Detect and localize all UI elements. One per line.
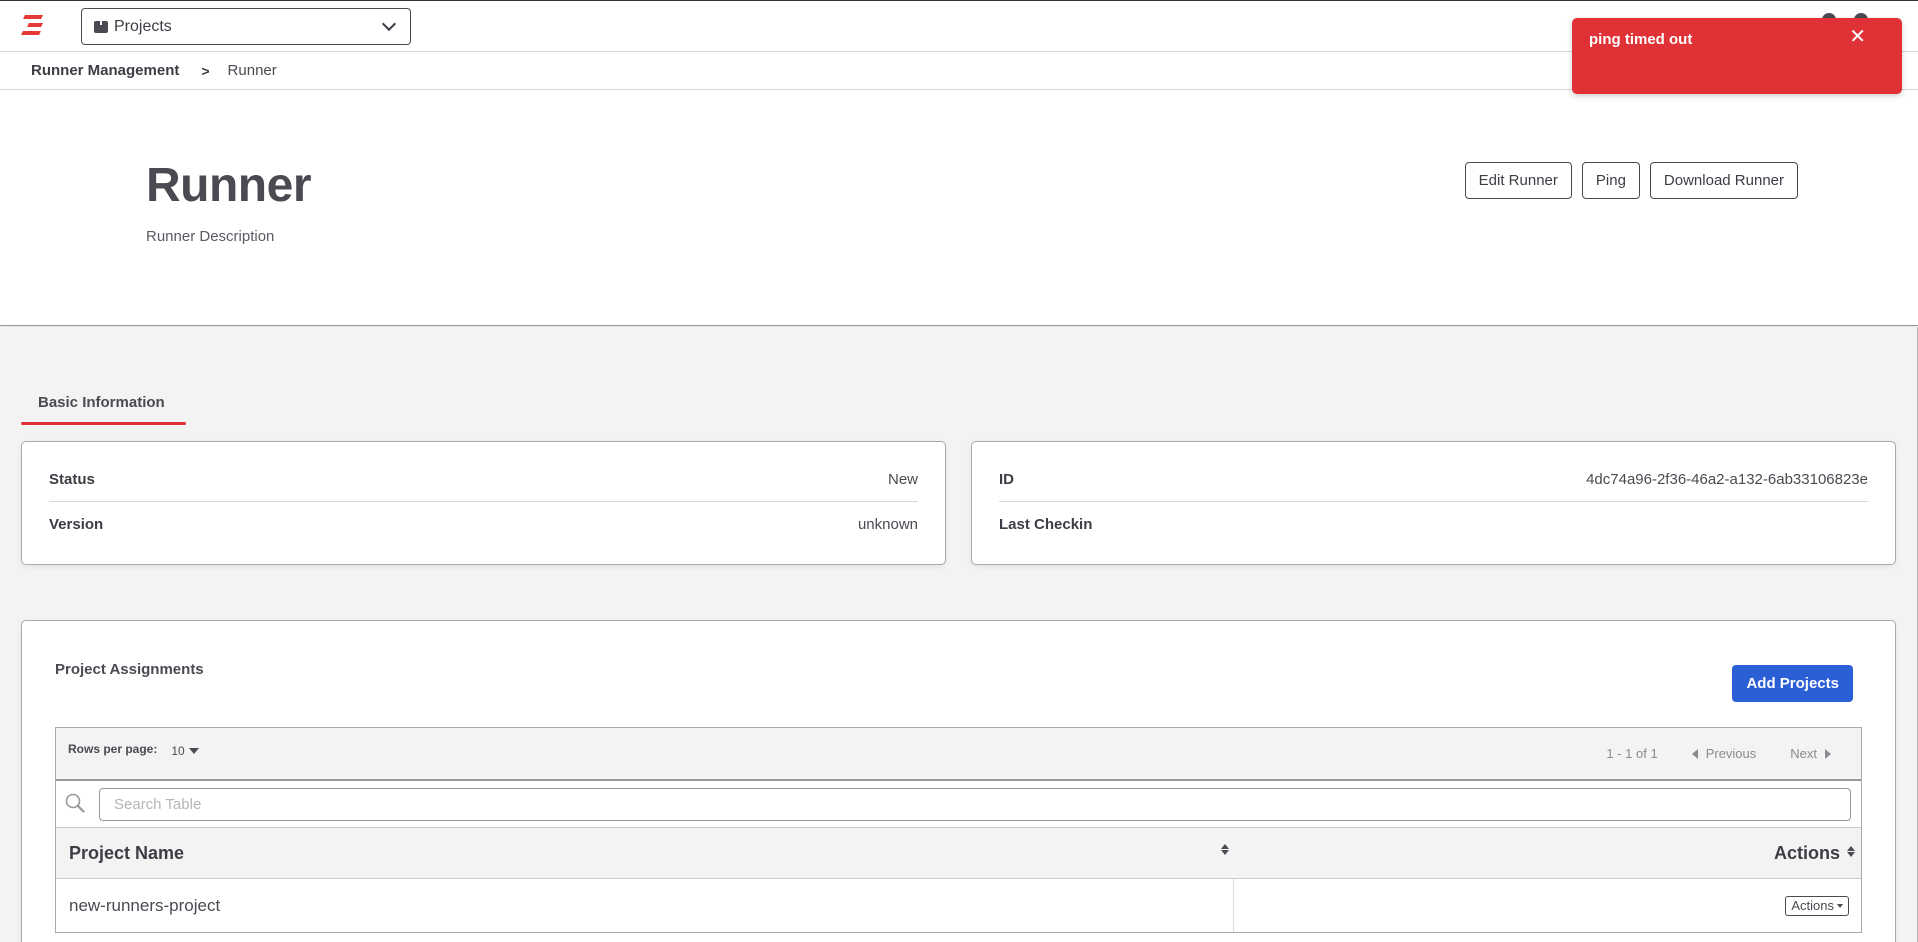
table-search-row	[56, 781, 1861, 828]
caret-right-icon	[1825, 748, 1831, 759]
status-label: Status	[49, 470, 95, 488]
caret-down-icon	[1837, 903, 1843, 908]
header-actions: Edit Runner Ping Download Runner	[1464, 162, 1798, 199]
version-value: unknown	[857, 516, 918, 533]
column-header-project-name[interactable]: Project Name	[56, 828, 1234, 878]
rows-per-page-value: 10	[171, 744, 185, 758]
info-row-last-checkin: Last Checkin	[999, 502, 1868, 547]
last-checkin-label: Last Checkin	[999, 516, 1093, 533]
basic-info-card-left: Status New Version unknown	[21, 441, 946, 565]
search-icon	[65, 793, 85, 813]
pagination-range: 1 - 1 of 1	[1606, 746, 1658, 761]
info-row-version: Version unknown	[49, 502, 918, 547]
brand-logo[interactable]	[21, 15, 46, 37]
project-selector-value: Projects	[114, 17, 172, 35]
main-content: Basic Information Status New Version unk…	[0, 327, 1918, 942]
box-icon	[94, 20, 108, 33]
chevron-right-icon: >	[201, 62, 210, 79]
search-table-input[interactable]	[99, 788, 1851, 821]
table-row: new-runners-project Actions	[56, 879, 1861, 932]
table-toolbar: Rows per page: 10 1 - 1 of 1 Previous Ne…	[56, 728, 1861, 781]
tab-basic-information[interactable]: Basic Information	[21, 392, 186, 425]
next-page-button[interactable]: Next	[1790, 746, 1831, 761]
rows-per-page: Rows per page: 10	[68, 740, 199, 758]
edit-runner-button[interactable]: Edit Runner	[1464, 162, 1572, 199]
page-header: Runner Runner Description Edit Runner Pi…	[0, 90, 1918, 326]
page-title: Runner	[146, 159, 312, 212]
project-assignments-title: Project Assignments	[55, 661, 204, 678]
caret-left-icon	[1691, 748, 1698, 759]
previous-page-button[interactable]: Previous	[1691, 746, 1757, 761]
sort-icon[interactable]	[1847, 845, 1855, 857]
previous-label: Previous	[1705, 746, 1757, 761]
project-name-header-label: Project Name	[69, 842, 185, 863]
status-value: New	[887, 470, 918, 488]
project-name-cell: new-runners-project	[56, 879, 1234, 932]
breadcrumb-runner-management[interactable]: Runner Management	[31, 62, 179, 79]
toast-message: ping timed out	[1589, 31, 1693, 48]
rows-per-page-select[interactable]: 10	[171, 744, 199, 758]
info-row-status: Status New	[49, 457, 918, 502]
project-assignments-table: Rows per page: 10 1 - 1 of 1 Previous Ne…	[55, 727, 1862, 933]
project-assignments-card: Project Assignments Add Projects Rows pe…	[21, 620, 1896, 942]
ping-button[interactable]: Ping	[1581, 162, 1640, 199]
chevron-down-icon	[381, 16, 397, 31]
row-actions-label: Actions	[1791, 898, 1834, 913]
rows-per-page-label: Rows per page:	[68, 742, 158, 756]
caret-down-icon	[188, 748, 199, 754]
column-header-actions[interactable]: Actions	[1234, 828, 1861, 878]
project-selector[interactable]: Projects	[81, 8, 411, 45]
id-value: 4dc74a96-2f36-46a2-a132-6ab33106823e	[1586, 470, 1868, 488]
sort-icon[interactable]	[1221, 844, 1229, 855]
version-label: Version	[49, 516, 104, 533]
download-runner-button[interactable]: Download Runner	[1649, 162, 1798, 199]
next-label: Next	[1790, 746, 1817, 761]
info-row-id: ID 4dc74a96-2f36-46a2-a132-6ab33106823e	[999, 457, 1868, 502]
actions-header-label: Actions	[1773, 842, 1840, 863]
id-label: ID	[999, 470, 1014, 488]
row-actions-dropdown[interactable]: Actions	[1785, 895, 1849, 916]
table-header: Project Name Actions	[56, 828, 1861, 879]
breadcrumb-current: Runner	[227, 62, 277, 79]
basic-info-card-right: ID 4dc74a96-2f36-46a2-a132-6ab33106823e …	[971, 441, 1896, 565]
pagination: 1 - 1 of 1 Previous Next	[1606, 746, 1831, 761]
error-toast: ping timed out ✕	[1572, 18, 1902, 94]
page-description: Runner Description	[146, 228, 275, 245]
actions-cell: Actions	[1234, 879, 1861, 932]
add-projects-button[interactable]: Add Projects	[1732, 665, 1853, 702]
close-icon[interactable]: ✕	[1849, 27, 1866, 47]
